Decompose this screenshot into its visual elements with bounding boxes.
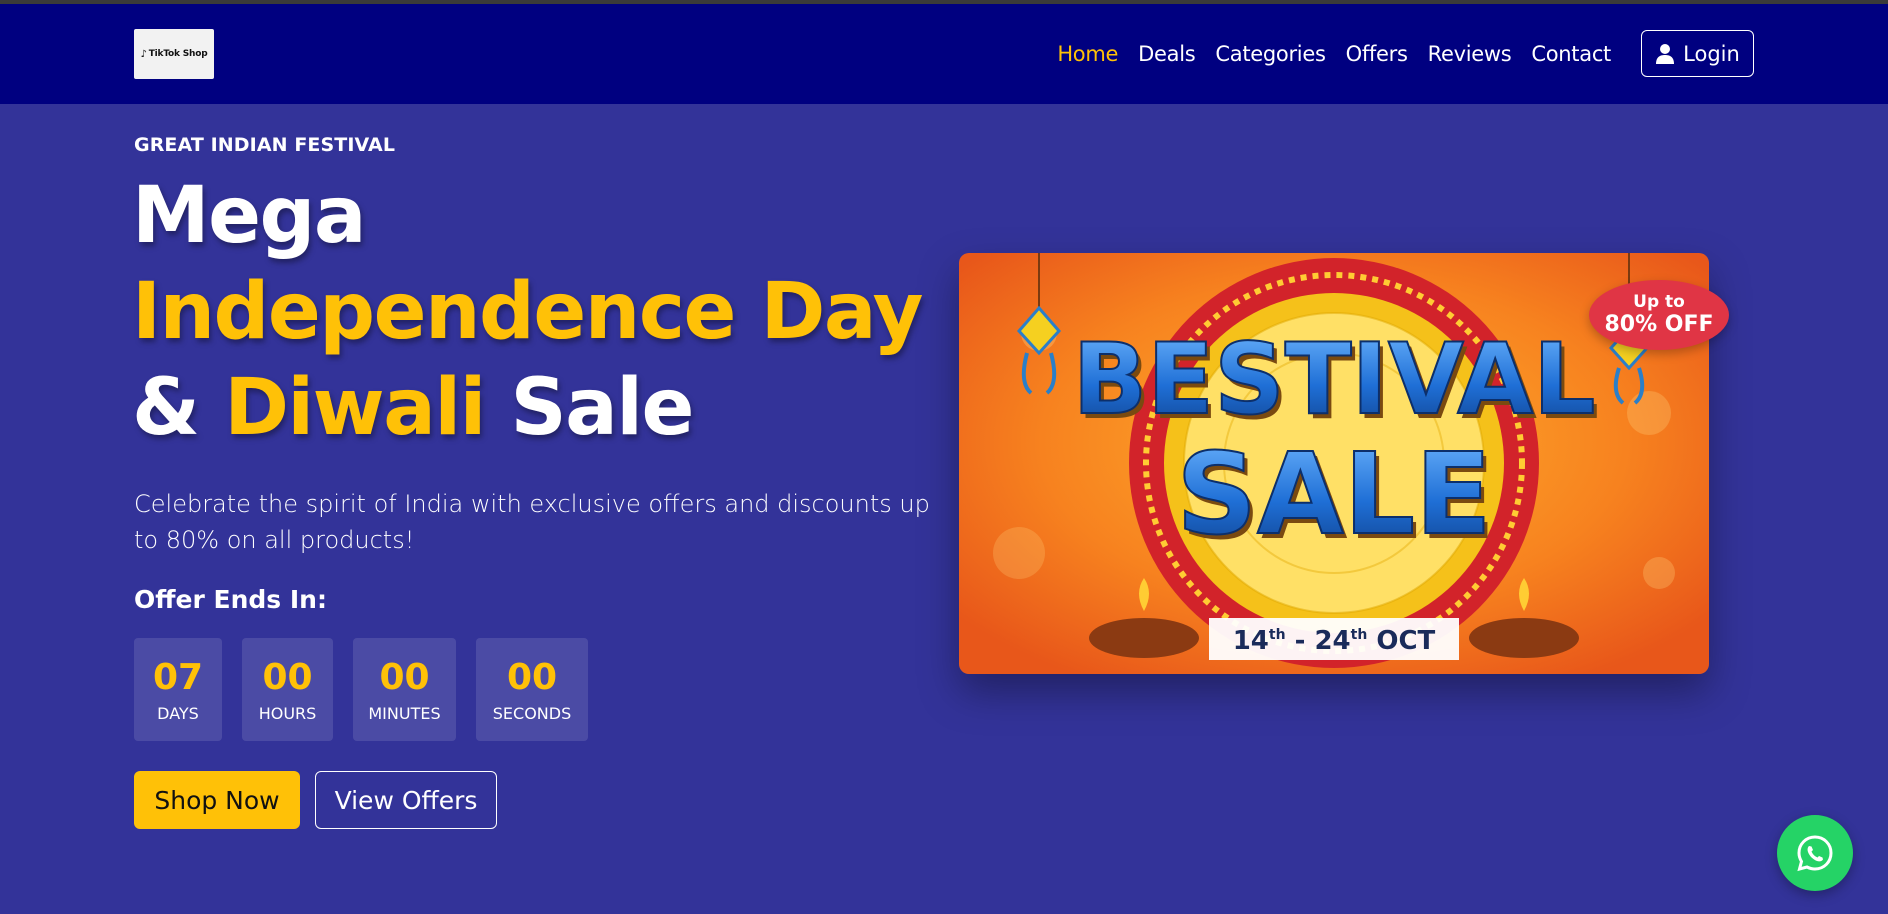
countdown-value: 00 — [506, 657, 558, 698]
nav-link-offers[interactable]: Offers — [1346, 42, 1408, 66]
countdown-label: HOURS — [258, 704, 317, 723]
login-label: Login — [1683, 41, 1740, 66]
badge-line-2: 80% OFF — [1604, 312, 1714, 337]
banner-date: 14th - 24th OCT — [1233, 626, 1436, 656]
headline-diwali: Diwali — [224, 363, 486, 453]
countdown-label: DAYS — [157, 704, 199, 723]
nav-link-categories[interactable]: Categories — [1215, 42, 1326, 66]
nav-link-deals[interactable]: Deals — [1138, 42, 1196, 66]
countdown-seconds: 00 SECONDS — [476, 638, 588, 741]
countdown-hours: 00 HOURS — [242, 638, 333, 741]
logo-text: TikTok Shop — [148, 49, 208, 59]
headline-ampersand: & — [132, 363, 225, 453]
countdown-label: MINUTES — [368, 704, 441, 723]
countdown-timer: 07 DAYS 00 HOURS 00 MINUTES 00 SECONDS — [134, 638, 588, 741]
countdown-value: 00 — [379, 657, 430, 698]
tiktok-note-icon: ♪ — [140, 48, 147, 60]
countdown-title: Offer Ends In: — [134, 585, 327, 614]
countdown-label: SECONDS — [492, 704, 572, 723]
user-icon — [1656, 43, 1675, 64]
whatsapp-icon — [1797, 835, 1833, 872]
banner-date-sup-2: th — [1351, 627, 1368, 643]
shop-now-button[interactable]: Shop Now — [134, 771, 300, 829]
hero-headline: Mega Independence Day & Diwali Sale — [132, 168, 932, 456]
view-offers-button[interactable]: View Offers — [315, 771, 497, 829]
nav-links: Home Deals Categories Offers Reviews Con… — [1057, 4, 1611, 104]
headline-line-3: & Diwali Sale — [132, 360, 932, 456]
headline-line-1: Mega — [132, 171, 367, 261]
hero-description: Celebrate the spirit of India with exclu… — [134, 490, 930, 554]
banner-date-start: 14 — [1233, 626, 1269, 656]
hero-eyebrow: GREAT INDIAN FESTIVAL — [134, 134, 396, 156]
whatsapp-button[interactable] — [1777, 815, 1853, 891]
banner-title-line-1: BESTIVAL — [1072, 323, 1595, 437]
discount-badge: Up to 80% OFF — [1589, 280, 1729, 350]
banner-date-end: - 24 — [1286, 626, 1351, 656]
banner-date-sup-1: th — [1269, 627, 1286, 643]
countdown-value: 07 — [152, 657, 204, 698]
badge-line-1: Up to — [1633, 292, 1685, 312]
login-button[interactable]: Login — [1641, 30, 1754, 77]
headline-line-2: Independence Day — [132, 267, 923, 357]
countdown-days: 07 DAYS — [134, 638, 222, 741]
navbar: ♪ TikTok Shop Home Deals Categories Offe… — [0, 4, 1888, 104]
nav-link-home[interactable]: Home — [1057, 42, 1118, 66]
banner-date-month: OCT — [1367, 626, 1435, 656]
nav-link-contact[interactable]: Contact — [1531, 42, 1611, 66]
nav-link-reviews[interactable]: Reviews — [1428, 42, 1512, 66]
countdown-minutes: 00 MINUTES — [353, 638, 456, 741]
countdown-value: 00 — [262, 657, 313, 698]
headline-sale: Sale — [484, 363, 694, 453]
site-logo[interactable]: ♪ TikTok Shop — [134, 29, 214, 79]
banner-title-line-2: SALE — [1176, 430, 1491, 560]
